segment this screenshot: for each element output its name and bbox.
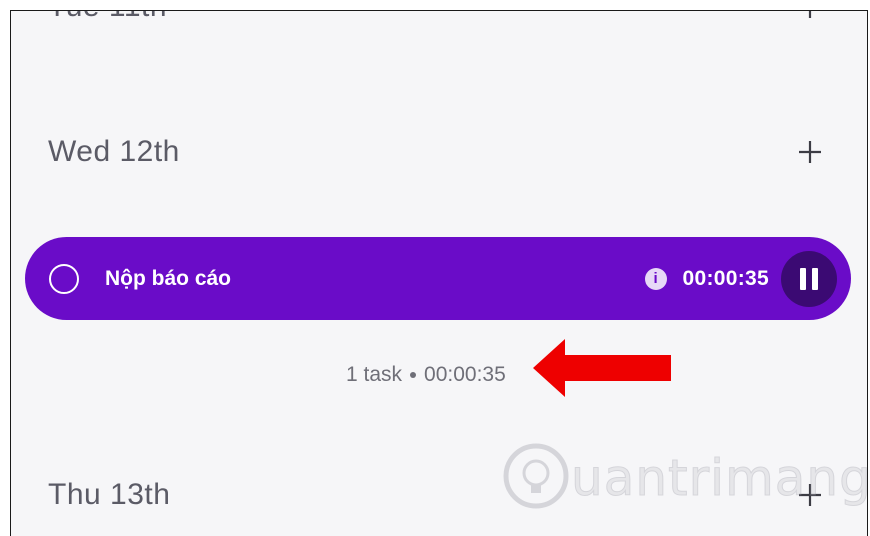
pause-button[interactable] <box>781 250 837 307</box>
separator-dot <box>410 372 417 378</box>
add-task-button[interactable] <box>793 11 827 24</box>
add-task-button[interactable] <box>793 478 827 512</box>
pause-icon <box>800 267 818 290</box>
app-frame: Tue 11th Wed 12th Nộp báo cáo i 00:00:35… <box>10 10 868 536</box>
task-timer: 00:00:35 <box>682 266 769 290</box>
day-header-wed: Wed 12th <box>48 132 827 172</box>
total-time: 00:00:35 <box>424 363 506 386</box>
task-count: 1 task <box>346 363 403 386</box>
plus-icon <box>799 484 821 506</box>
complete-task-checkbox[interactable] <box>49 263 79 294</box>
info-icon[interactable]: i <box>644 267 667 290</box>
day-header-thu: Thu 13th <box>48 475 827 515</box>
add-task-button[interactable] <box>793 135 827 169</box>
task-title[interactable]: Nộp báo cáo <box>105 267 645 291</box>
day-label: Tue 11th <box>48 11 167 24</box>
red-arrow-icon <box>533 339 671 397</box>
plus-icon <box>808 11 812 18</box>
plus-icon <box>799 141 821 163</box>
day-header-tue: Tue 11th <box>48 11 827 27</box>
day-label: Wed 12th <box>48 135 180 168</box>
day-label: Thu 13th <box>48 478 171 511</box>
running-task-bar[interactable]: Nộp báo cáo i 00:00:35 <box>25 237 851 320</box>
day-summary: 1 task 00:00:35 <box>346 363 506 387</box>
